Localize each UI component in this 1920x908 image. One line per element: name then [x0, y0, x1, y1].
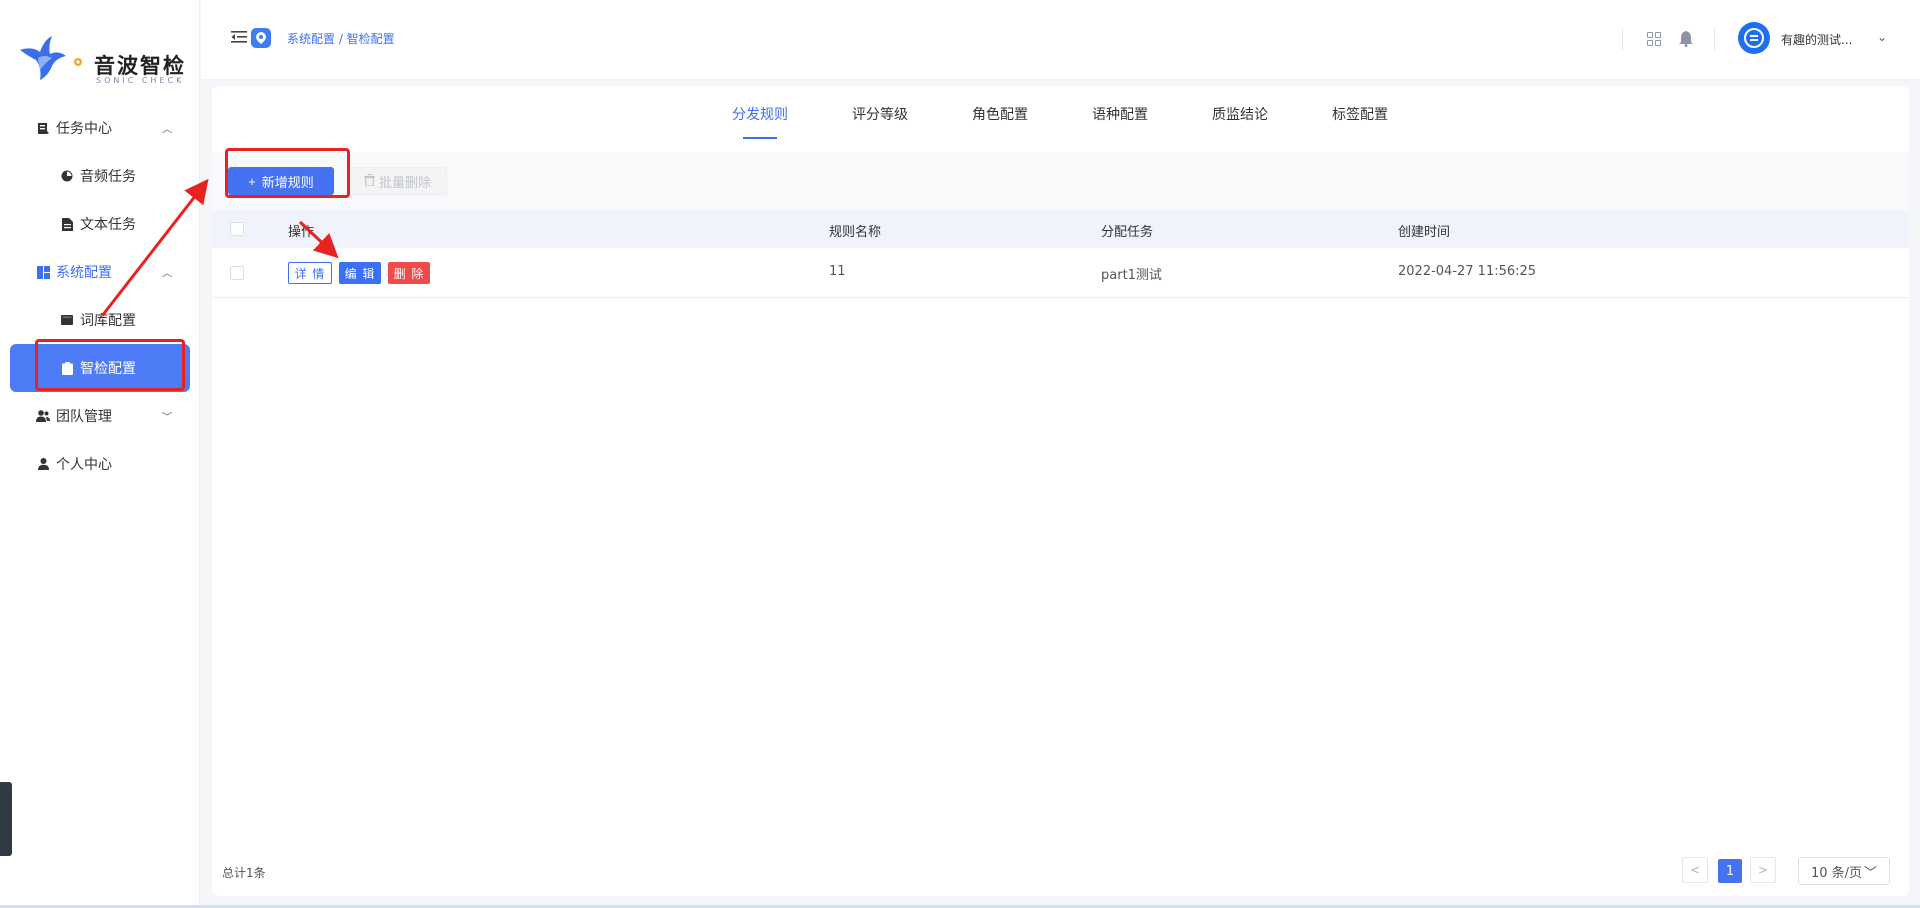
breadcrumb[interactable]: 系统配置 / 智检配置: [287, 30, 395, 47]
bat-logo-icon: [20, 36, 82, 80]
batch-delete-button[interactable]: 批量删除: [348, 167, 447, 195]
page-size-select[interactable]: 10 条/页 ﹀: [1798, 857, 1890, 885]
sidebar: 音波智检 SONIC CHECK 任务中心 ︿ 音频任务 文本任务 系统配置 ︿…: [0, 0, 200, 908]
sidebar-item-system-config[interactable]: 系统配置 ︿: [0, 248, 200, 296]
clipboard-icon: [60, 361, 74, 375]
sidebar-item-label: 词库配置: [80, 313, 136, 329]
column-header-assigned-task: 分配任务: [1101, 225, 1154, 240]
row-checkbox[interactable]: [230, 266, 244, 280]
total-count: 总计1条: [222, 866, 266, 880]
header-divider: [1714, 28, 1715, 50]
user-name[interactable]: 有趣的测试...: [1781, 31, 1852, 48]
column-header-created-time: 创建时间: [1398, 225, 1451, 240]
floating-side-widget[interactable]: [0, 782, 12, 856]
sidebar-item-label: 任务中心: [56, 121, 112, 137]
sidebar-item-text-task[interactable]: 文本任务: [0, 200, 200, 248]
detail-button[interactable]: 详 情: [288, 262, 332, 284]
sidebar-item-label: 团队管理: [56, 409, 112, 425]
tab-language-config[interactable]: 语种配置: [1092, 104, 1148, 124]
chevron-up-icon: ︿: [162, 124, 172, 136]
sidebar-item-label: 个人中心: [56, 457, 112, 473]
edit-button[interactable]: 编 辑: [339, 262, 381, 284]
sidebar-item-team-management[interactable]: 团队管理 ﹀: [0, 392, 200, 440]
user-icon: [36, 457, 50, 471]
sidebar-item-label: 文本任务: [80, 217, 136, 233]
sidebar-item-label: 智检配置: [80, 361, 136, 377]
menu-toggle-icon[interactable]: [231, 30, 247, 44]
table-header: 操作 规则名称 分配任务 创建时间: [212, 210, 1909, 248]
tab-active-indicator: [743, 137, 777, 139]
prev-page-button[interactable]: <: [1682, 857, 1708, 883]
page-size-label: 10 条/页: [1810, 865, 1863, 881]
chevron-up-icon: ︿: [162, 268, 172, 280]
sidebar-item-inspection-config[interactable]: 智检配置: [10, 344, 190, 392]
tab-role-config[interactable]: 角色配置: [972, 104, 1028, 124]
sidebar-item-personal-center[interactable]: 个人中心: [0, 440, 200, 488]
delete-button[interactable]: 删 除: [388, 262, 430, 284]
chevron-down-icon: ﹀: [1864, 865, 1878, 881]
main-card: 分发规则 评分等级 角色配置 语种配置 质监结论 标签配置 + 新增规则 批量删…: [212, 86, 1909, 896]
app-logo: 音波智检 SONIC CHECK: [18, 36, 188, 88]
sidebar-menu: 任务中心 ︿ 音频任务 文本任务 系统配置 ︿ 词库配置 智检配置 团队管理 ﹀…: [0, 104, 200, 488]
tab-score-levels[interactable]: 评分等级: [852, 104, 908, 124]
next-page-button[interactable]: >: [1750, 857, 1776, 883]
page-number-current[interactable]: 1: [1718, 859, 1742, 883]
tab-distribution-rules[interactable]: 分发规则: [732, 104, 788, 124]
add-rule-button[interactable]: + 新增规则: [228, 167, 334, 195]
task-doc-icon: [36, 121, 50, 135]
apps-grid-icon[interactable]: [1647, 32, 1661, 46]
sidebar-item-label: 音频任务: [80, 169, 136, 185]
column-header-rule-name: 规则名称: [829, 225, 882, 240]
toolbar: [212, 152, 1909, 210]
tab-qc-conclusion[interactable]: 质监结论: [1212, 104, 1268, 124]
table-row: 详 情 编 辑 删 除 11 part1测试 2022-04-27 11:56:…: [212, 248, 1909, 298]
add-rule-label: 新增规则: [261, 174, 314, 190]
location-pin-icon: [251, 28, 271, 48]
pie-clock-icon: [60, 169, 74, 183]
team-icon: [36, 409, 50, 423]
logo-subtitle: SONIC CHECK: [96, 76, 185, 85]
trash-icon: [363, 173, 375, 189]
top-header: 系统配置 / 智检配置 有趣的测试... ⌄: [201, 0, 1920, 80]
column-header-actions: 操作: [288, 225, 315, 240]
dashboard-icon: [36, 265, 50, 279]
sidebar-item-audio-task[interactable]: 音频任务: [0, 152, 200, 200]
header-divider: [1622, 28, 1623, 50]
bell-icon[interactable]: [1679, 31, 1693, 47]
book-icon: [60, 313, 74, 327]
cell-rule-name: 11: [829, 264, 846, 279]
sidebar-item-lexicon-config[interactable]: 词库配置: [0, 296, 200, 344]
tab-label-config[interactable]: 标签配置: [1332, 104, 1388, 124]
cell-created-time: 2022-04-27 11:56:25: [1398, 264, 1537, 279]
chevron-down-icon[interactable]: ⌄: [1877, 30, 1887, 44]
batch-delete-label: 批量删除: [378, 174, 431, 190]
sidebar-item-label: 系统配置: [56, 265, 112, 281]
avatar[interactable]: [1738, 22, 1770, 54]
chevron-down-icon: ﹀: [162, 412, 172, 424]
chat-bubble-icon: [1744, 28, 1764, 48]
plus-icon: +: [248, 173, 256, 189]
sidebar-item-task-center[interactable]: 任务中心 ︿: [0, 104, 200, 152]
select-all-checkbox[interactable]: [230, 222, 244, 236]
cell-assigned-task: part1测试: [1101, 268, 1162, 283]
config-tabs: 分发规则 评分等级 角色配置 语种配置 质监结论 标签配置: [212, 86, 1909, 142]
doc-icon: [60, 217, 74, 231]
